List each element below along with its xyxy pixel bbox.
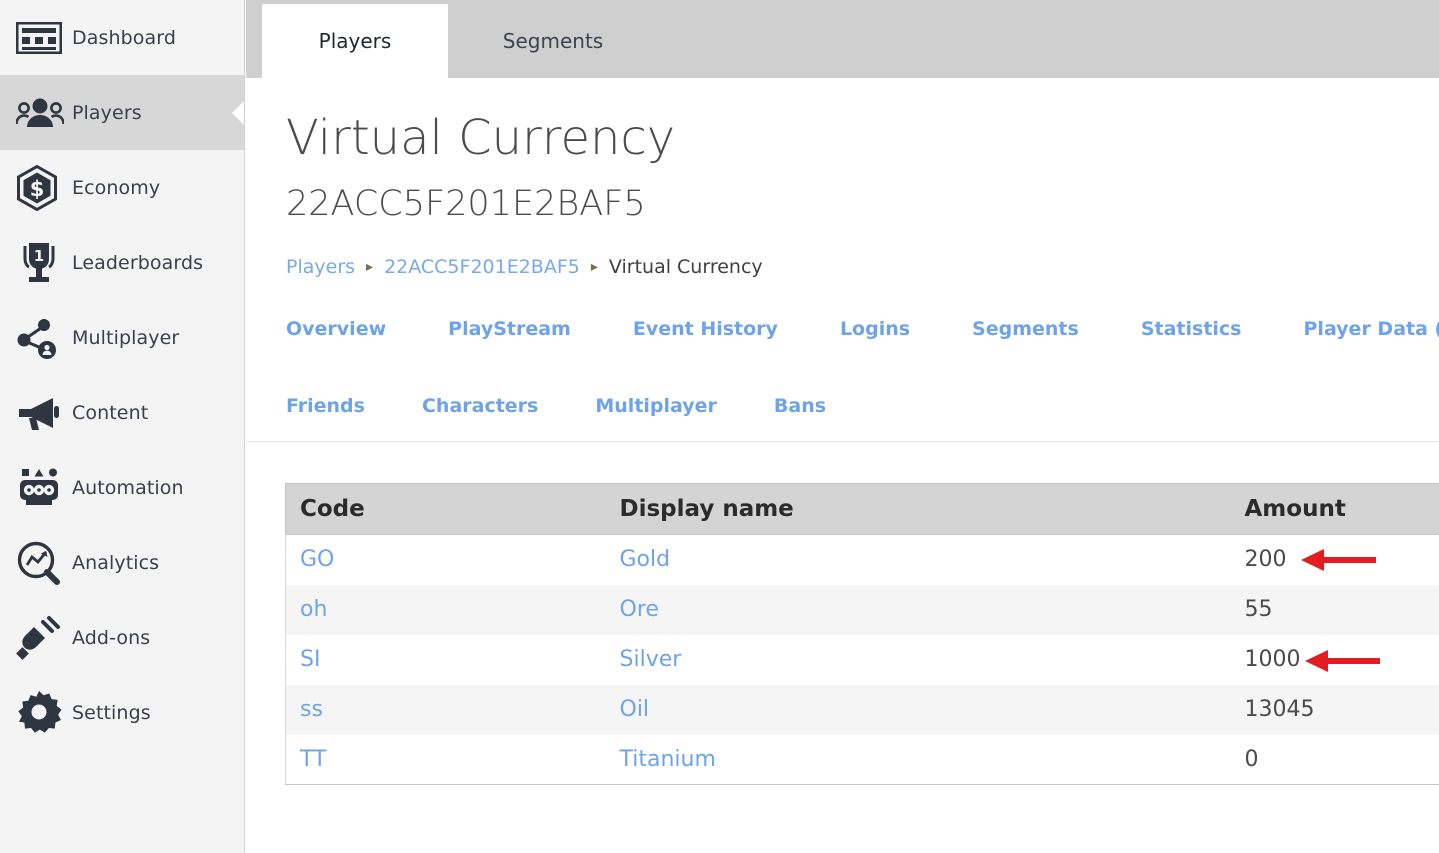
table-row[interactable]: GO Gold 200 (286, 535, 1439, 585)
top-tab-strip: Players Segments (246, 0, 1439, 78)
automation-icon (16, 464, 72, 512)
cell-display-name[interactable]: Ore (606, 585, 1231, 635)
table-row[interactable]: ss Oil 13045 (286, 685, 1439, 735)
sidebar-item-label: Add-ons (72, 627, 150, 649)
cell-code[interactable]: oh (286, 585, 606, 635)
breadcrumb-item-current: Virtual Currency (609, 256, 763, 278)
sidebar-item-label: Economy (72, 177, 160, 199)
breadcrumb-item-players[interactable]: Players (286, 256, 355, 278)
page-subtitle: 22ACC5F201E2BAF5 (286, 184, 646, 224)
economy-icon: $ (16, 164, 72, 212)
cell-amount: 55 (1231, 585, 1439, 635)
table-header-row: Code Display name Amount (286, 484, 1439, 535)
nav-link-player-data-title[interactable]: Player Data (Tit (1304, 318, 1439, 340)
column-header-amount[interactable]: Amount (1231, 484, 1439, 535)
multiplayer-icon (16, 314, 72, 362)
sidebar-item-settings[interactable]: Settings (0, 675, 244, 750)
table-body: GO Gold 200 oh Ore 55 SI Silver 1000 ss … (286, 535, 1439, 785)
tab-label: Segments (503, 29, 603, 53)
tab-label: Players (319, 29, 392, 53)
cell-display-name[interactable]: Silver (606, 635, 1231, 685)
cell-code[interactable]: ss (286, 685, 606, 735)
breadcrumb-separator-icon: ▸ (591, 259, 598, 275)
cell-amount: 13045 (1231, 685, 1439, 735)
active-indicator-notch (232, 100, 245, 126)
page-title: Virtual Currency (286, 110, 675, 166)
nav-link-overview[interactable]: Overview (286, 318, 386, 340)
main-content: Virtual Currency 22ACC5F201E2BAF5 Player… (246, 78, 1439, 853)
cell-amount: 200 (1231, 535, 1439, 585)
sidebar-item-economy[interactable]: $ Economy (0, 150, 244, 225)
table-row[interactable]: SI Silver 1000 (286, 635, 1439, 685)
section-nav-row-2: Friends Characters Multiplayer Bans (286, 395, 883, 417)
cell-code[interactable]: GO (286, 535, 606, 585)
content-icon (16, 389, 72, 437)
content-divider (246, 441, 1439, 442)
nav-link-playstream[interactable]: PlayStream (448, 318, 571, 340)
analytics-icon (16, 539, 72, 587)
settings-icon (16, 689, 72, 737)
column-header-code[interactable]: Code (286, 484, 606, 535)
sidebar-item-leaderboards[interactable]: 1 Leaderboards (0, 225, 244, 300)
leaderboards-icon: 1 (16, 239, 72, 287)
sidebar-item-addons[interactable]: Add-ons (0, 600, 244, 675)
dashboard-icon (16, 14, 72, 62)
cell-code[interactable]: SI (286, 635, 606, 685)
sidebar-item-analytics[interactable]: Analytics (0, 525, 244, 600)
players-icon (16, 89, 72, 137)
nav-link-logins[interactable]: Logins (840, 318, 910, 340)
breadcrumb-separator-icon: ▸ (366, 259, 373, 275)
cell-code[interactable]: TT (286, 735, 606, 785)
addons-icon (16, 614, 72, 662)
sidebar-item-label: Leaderboards (72, 252, 203, 274)
sidebar-item-label: Settings (72, 702, 151, 724)
virtual-currency-table: Code Display name Amount GO Gold 200 oh … (285, 483, 1439, 785)
breadcrumb: Players ▸ 22ACC5F201E2BAF5 ▸ Virtual Cur… (286, 256, 763, 278)
nav-link-segments[interactable]: Segments (972, 318, 1079, 340)
table-header: Code Display name Amount (286, 484, 1439, 535)
nav-link-characters[interactable]: Characters (422, 395, 538, 417)
tab-segments[interactable]: Segments (458, 4, 648, 78)
sidebar-item-label: Dashboard (72, 27, 176, 49)
breadcrumb-item-player-id[interactable]: 22ACC5F201E2BAF5 (384, 256, 580, 278)
cell-display-name[interactable]: Gold (606, 535, 1231, 585)
nav-link-friends[interactable]: Friends (286, 395, 365, 417)
sidebar-item-multiplayer[interactable]: Multiplayer (0, 300, 244, 375)
nav-link-statistics[interactable]: Statistics (1141, 318, 1242, 340)
sidebar-item-label: Automation (72, 477, 184, 499)
sidebar-item-players[interactable]: Players (0, 75, 244, 150)
nav-link-multiplayer[interactable]: Multiplayer (595, 395, 717, 417)
sidebar-item-label: Players (72, 102, 142, 124)
nav-link-bans[interactable]: Bans (774, 395, 826, 417)
cell-display-name[interactable]: Titanium (606, 735, 1231, 785)
sidebar-item-label: Content (72, 402, 148, 424)
sidebar: Dashboard Players $ Economy 1 Leaderboar… (0, 0, 245, 853)
svg-text:$: $ (30, 177, 45, 201)
table-row[interactable]: oh Ore 55 (286, 585, 1439, 635)
cell-amount: 1000 (1231, 635, 1439, 685)
sidebar-item-label: Multiplayer (72, 327, 179, 349)
column-header-display-name[interactable]: Display name (606, 484, 1231, 535)
cell-amount: 0 (1231, 735, 1439, 785)
nav-link-event-history[interactable]: Event History (633, 318, 778, 340)
sidebar-item-content[interactable]: Content (0, 375, 244, 450)
tab-players[interactable]: Players (262, 4, 448, 78)
sidebar-item-label: Analytics (72, 552, 159, 574)
table-row[interactable]: TT Titanium 0 (286, 735, 1439, 785)
sidebar-item-dashboard[interactable]: Dashboard (0, 0, 244, 75)
cell-display-name[interactable]: Oil (606, 685, 1231, 735)
section-nav-row-1: Overview PlayStream Event History Logins… (286, 318, 1439, 340)
svg-text:1: 1 (34, 247, 44, 265)
sidebar-item-automation[interactable]: Automation (0, 450, 244, 525)
